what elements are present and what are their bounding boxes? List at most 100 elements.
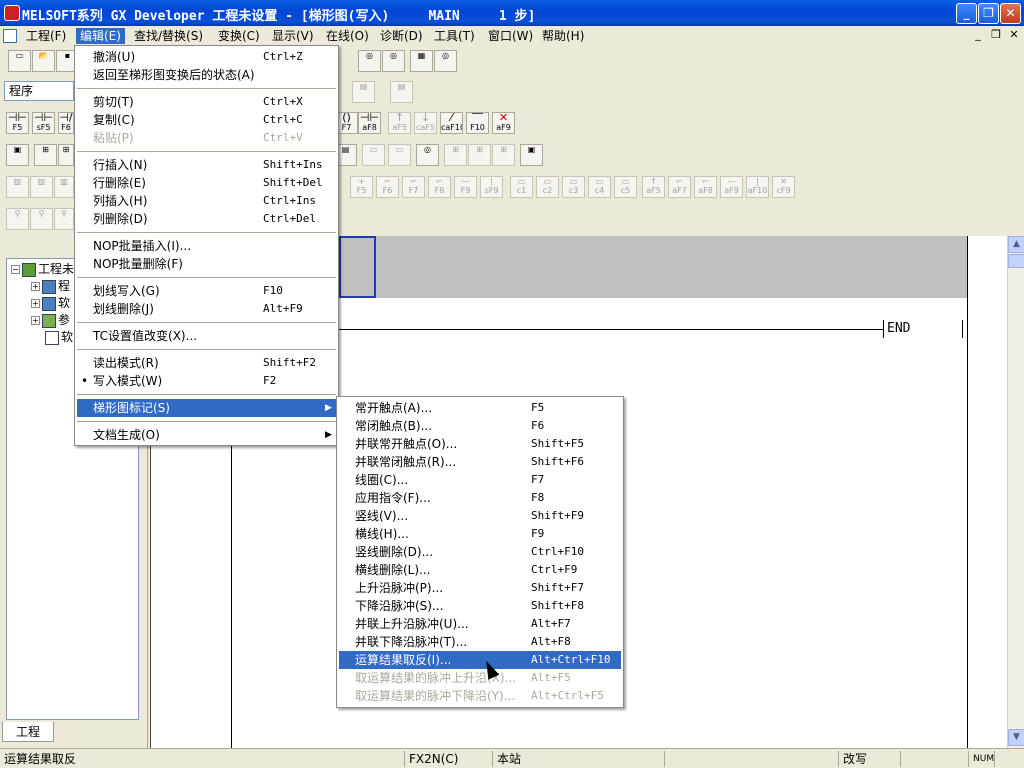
contact-no-button[interactable]: ⊣⊢ F5	[6, 112, 29, 134]
menu-edit[interactable]: 编辑(E)	[76, 28, 125, 44]
menu-item-doc-generate[interactable]: 文档生成(O) ▶	[77, 426, 336, 444]
menu-tools[interactable]: 工具(T)	[430, 28, 479, 44]
ladder-icon-6[interactable]: ⊞	[468, 144, 491, 166]
falling-pulse-button[interactable]: ↓ caF5	[414, 112, 437, 134]
minimize-button[interactable]: _	[956, 3, 977, 24]
menu-view[interactable]: 显示(V)	[268, 28, 318, 44]
fkey-c3-button[interactable]: ▭ c3	[562, 176, 585, 198]
fkey-c4-button[interactable]: ▭ c4	[588, 176, 611, 198]
close-button[interactable]: ✕	[1000, 3, 1021, 24]
menu-diagnostics[interactable]: 诊断(D)	[376, 28, 427, 44]
menu-item-revert[interactable]: 返回至梯形图变换后的状态(A)	[77, 66, 336, 84]
tab-project[interactable]: 工程	[2, 722, 54, 742]
submenu-item-delete-vertical[interactable]: 竖线删除(D)... Ctrl+F10	[339, 543, 621, 561]
ladder-icon-3[interactable]: ▭	[362, 144, 385, 166]
scroll-thumb[interactable]	[1008, 254, 1024, 268]
submenu-item-rising-pulse[interactable]: 上升沿脉冲(P)... Shift+F7	[339, 579, 621, 597]
ladder-icon-7[interactable]: ⊞	[492, 144, 515, 166]
submenu-item-coil[interactable]: 线圈(C)... F7	[339, 471, 621, 489]
device-icon[interactable]: ▥	[30, 176, 53, 198]
menu-help[interactable]: 帮助(H)	[538, 28, 588, 44]
expand-icon[interactable]: +	[31, 282, 40, 291]
scroll-down-icon[interactable]: ▼	[1008, 729, 1024, 746]
contact-nc-button[interactable]: ⊣/F6	[58, 112, 74, 134]
tree-item-program[interactable]: + 程	[31, 278, 70, 294]
submenu-item-result-falling[interactable]: 取运算结果的脉冲下降沿(Y)... Alt+Ctrl+F5	[339, 687, 621, 705]
menu-item-line-delete[interactable]: 划线删除(J) Alt+F9	[77, 300, 336, 318]
submenu-item-vertical-line[interactable]: 竖线(V)... Shift+F9	[339, 507, 621, 525]
submenu-item-contact-nc[interactable]: 常闭触点(B)... F6	[339, 417, 621, 435]
new-file-icon[interactable]: ▭	[8, 50, 31, 72]
menu-item-paste[interactable]: 粘贴(P) Ctrl+V	[77, 129, 336, 147]
menu-item-undo[interactable]: 撤消(U) Ctrl+Z	[77, 48, 336, 66]
tree-item-device-memory[interactable]: 软	[43, 329, 73, 345]
rising-pulse-button[interactable]: ↑ aF5	[388, 112, 411, 134]
screen-icon[interactable]: ▣	[520, 144, 543, 166]
menu-item-read-mode[interactable]: 读出模式(R) Shift+F2	[77, 354, 336, 372]
find-step-icon[interactable]: ⚲	[30, 208, 53, 230]
submenu-item-parallel-no[interactable]: 并联常开触点(O)... Shift+F5	[339, 435, 621, 453]
step-icon[interactable]: ▥	[6, 176, 29, 198]
menu-item-cut[interactable]: 剪切(T) Ctrl+X	[77, 93, 336, 111]
fkey-af7-button[interactable]: ⌐ aF7	[668, 176, 691, 198]
vertical-scrollbar[interactable]: ▲ ▼	[1007, 236, 1024, 748]
fkey-cf9-button[interactable]: ✕ cF9	[772, 176, 795, 198]
end-instruction[interactable]: END	[883, 320, 963, 338]
horizontal-line-button[interactable]: ‾‾ F10	[466, 112, 489, 134]
submenu-item-invert-result[interactable]: 运算结果取反(I)... Alt+Ctrl+F10	[339, 651, 621, 669]
program-combo[interactable]: 程序	[4, 81, 74, 101]
menu-item-ladder-symbol[interactable]: 梯形图标记(S) ▶	[77, 399, 336, 417]
menu-item-delete-column[interactable]: 列删除(D) Ctrl+Del	[77, 210, 336, 228]
app-icon[interactable]	[4, 5, 20, 21]
ladder-icon-4[interactable]: ▭	[388, 144, 411, 166]
menu-item-insert-column[interactable]: 列插入(H) Ctrl+Ins	[77, 192, 336, 210]
menu-online[interactable]: 在线(O)	[322, 28, 373, 44]
submenu-item-delete-horizontal[interactable]: 横线删除(L)... Ctrl+F9	[339, 561, 621, 579]
zoom-device-icon[interactable]: ◎	[358, 50, 381, 72]
submenu-item-falling-pulse[interactable]: 下降沿脉冲(S)... Shift+F8	[339, 597, 621, 615]
search-icon[interactable]: ◎	[434, 50, 457, 72]
ladder-icon-1[interactable]: ⊞	[34, 144, 57, 166]
expand-icon[interactable]: +	[31, 299, 40, 308]
zoom-in-icon[interactable]: ◎	[382, 50, 405, 72]
ladder-icon-5[interactable]: ⊞	[444, 144, 467, 166]
submenu-item-parallel-falling[interactable]: 并联下降沿脉冲(T)... Alt+F8	[339, 633, 621, 651]
list-view-icon[interactable]: ▤	[390, 81, 413, 103]
tree-item-comment[interactable]: + 软	[31, 295, 70, 311]
menu-item-insert-row[interactable]: 行插入(N) Shift+Ins	[77, 156, 336, 174]
monitor-search-icon[interactable]: ◎	[416, 144, 439, 166]
menu-convert[interactable]: 变换(C)	[214, 28, 264, 44]
fkey-sf9-button[interactable]: | sF9	[480, 176, 503, 198]
monitor-icon[interactable]: ▦	[410, 50, 433, 72]
fkey-f8-button[interactable]: ⌐ F8	[428, 176, 451, 198]
fkey-c5-button[interactable]: ▭ c5	[614, 176, 637, 198]
tree-root[interactable]: − 工程未	[11, 261, 74, 277]
menu-item-copy[interactable]: 复制(C) Ctrl+C	[77, 111, 336, 129]
ladder-cursor[interactable]	[339, 236, 376, 298]
fkey-af10-button[interactable]: | aF10	[746, 176, 769, 198]
menu-window[interactable]: 窗口(W)	[484, 28, 537, 44]
binoculars-icon[interactable]: ⚲	[6, 208, 29, 230]
open-file-icon[interactable]: 📂	[32, 50, 55, 72]
submenu-item-parallel-rising[interactable]: 并联上升沿脉冲(U)... Alt+F7	[339, 615, 621, 633]
menu-project[interactable]: 工程(F)	[22, 28, 70, 44]
fkey-c1-button[interactable]: ▭ c1	[510, 176, 533, 198]
fkey-af5-button[interactable]: ↑ aF5	[642, 176, 665, 198]
fkey-f9-button[interactable]: — F9	[454, 176, 477, 198]
find-up-icon[interactable]: ⚲	[54, 208, 74, 230]
error-icon[interactable]: ▥	[54, 176, 74, 198]
menu-find-replace[interactable]: 查找/替换(S)	[130, 28, 207, 44]
menu-item-nop-delete[interactable]: NOP批量删除(F)	[77, 255, 336, 273]
ladder-view-icon[interactable]: ▤	[352, 81, 375, 103]
mdi-minimize-button[interactable]: _	[970, 28, 986, 42]
submenu-item-horizontal-line[interactable]: 横线(H)... F9	[339, 525, 621, 543]
fkey-af9-button[interactable]: — aF9	[720, 176, 743, 198]
invert-result-button[interactable]: ⁄ caF10	[440, 112, 463, 134]
ladder-icon-2[interactable]: ⊞	[58, 144, 74, 166]
submenu-item-contact-no[interactable]: 常开触点(A)... F5	[339, 399, 621, 417]
mdi-restore-button[interactable]: ❐	[988, 28, 1004, 42]
menu-item-nop-insert[interactable]: NOP批量插入(I)...	[77, 237, 336, 255]
device-comment-icon[interactable]: ▣	[6, 144, 29, 166]
restore-button[interactable]: ❐	[978, 3, 999, 24]
fkey-c2-button[interactable]: ▭ c2	[536, 176, 559, 198]
